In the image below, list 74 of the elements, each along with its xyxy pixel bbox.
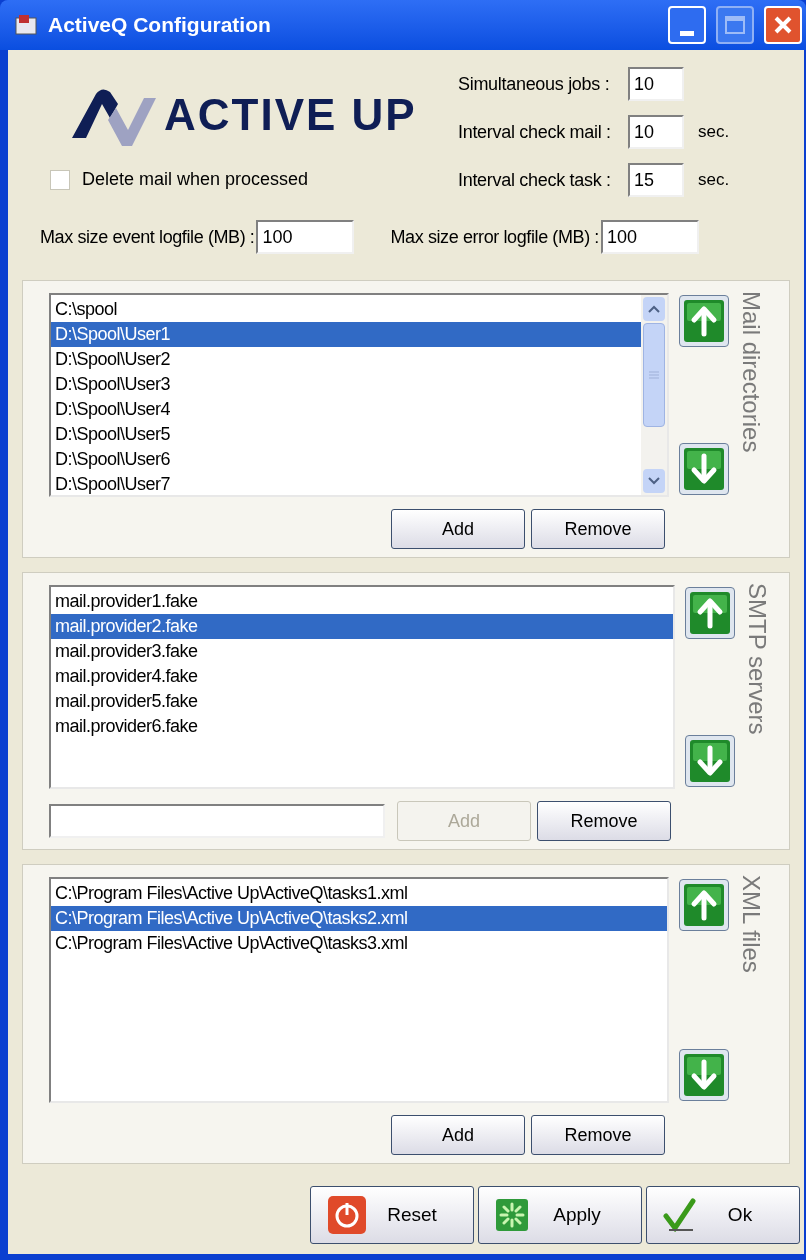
list-item[interactable]: mail.provider5.fake — [51, 689, 673, 714]
list-item[interactable]: mail.provider1.fake — [51, 589, 673, 614]
list-item[interactable]: D:\Spool\User4 — [51, 397, 641, 422]
text-field[interactable]: 100 — [600, 220, 699, 254]
text-field[interactable]: 10 — [628, 67, 684, 101]
field-label: Max size event logfile (MB) : — [40, 225, 255, 249]
unit-label: sec. — [698, 121, 730, 144]
move-down-button[interactable] — [679, 1049, 729, 1101]
field-label: Interval check task : — [458, 168, 612, 192]
move-up-button[interactable] — [679, 295, 729, 347]
footer-button[interactable]: Apply — [478, 1186, 642, 1244]
scroll-up-button[interactable] — [643, 297, 665, 321]
push-button[interactable]: Add — [391, 509, 525, 549]
minimize-icon — [680, 31, 694, 36]
checkbox-row[interactable]: Delete mail when processed — [50, 166, 458, 193]
scroll-down-button[interactable] — [643, 469, 665, 493]
push-button[interactable]: Remove — [531, 509, 665, 549]
arrow-up-icon — [690, 592, 730, 634]
push-button[interactable]: Remove — [537, 801, 671, 841]
maximize-icon — [725, 16, 745, 34]
list-item[interactable]: C:\Program Files\Active Up\ActiveQ\tasks1.xml — [51, 881, 667, 906]
minimize-button[interactable] — [668, 6, 706, 44]
checkbox[interactable] — [50, 169, 70, 190]
list-item[interactable]: C:\Program Files\Active Up\ActiveQ\tasks2.xml — [51, 906, 667, 931]
list-item[interactable]: C:\Program Files\Active Up\ActiveQ\tasks3.xml — [51, 931, 667, 956]
check-icon — [663, 1198, 697, 1232]
footer-button[interactable]: Reset — [310, 1186, 474, 1244]
arrow-down-icon — [690, 740, 730, 782]
list-item[interactable]: mail.provider4.fake — [51, 664, 673, 689]
field-label: Interval check mail : — [458, 120, 612, 144]
chevron-down-icon — [648, 477, 660, 485]
list-item[interactable]: D:\Spool\User7 — [51, 472, 641, 497]
field-label: Max size error logfile (MB) : — [390, 225, 599, 249]
list-item[interactable]: D:\Spool\User5 — [51, 422, 641, 447]
footer-button[interactable]: Ok — [646, 1186, 800, 1244]
close-button[interactable] — [764, 6, 802, 44]
list-item[interactable]: mail.provider2.fake — [51, 614, 673, 639]
field-label: Simultaneous jobs : — [458, 72, 611, 96]
text-field[interactable]: 100 — [256, 220, 355, 254]
text-field[interactable]: 10 — [628, 115, 684, 149]
move-down-button[interactable] — [685, 735, 735, 787]
text-field[interactable]: 15 — [628, 163, 684, 197]
window-icon — [14, 14, 38, 36]
move-up-button[interactable] — [685, 587, 735, 639]
arrow-down-icon — [684, 1054, 724, 1096]
list-item[interactable]: C:\spool — [51, 297, 641, 322]
scroll-thumb[interactable] — [643, 323, 665, 427]
maximize-button[interactable] — [716, 6, 754, 44]
sparkle-icon — [495, 1198, 529, 1232]
push-button[interactable]: Add — [391, 1115, 525, 1155]
chevron-up-icon — [648, 305, 660, 313]
power-icon — [327, 1195, 367, 1235]
scrollbar[interactable] — [641, 295, 667, 495]
group-title: Mail directories — [739, 290, 763, 453]
arrow-up-icon — [684, 300, 724, 342]
list-item[interactable]: D:\Spool\User1 — [51, 322, 641, 347]
text-field[interactable] — [49, 804, 385, 838]
checkbox-label: Delete mail when processed — [82, 168, 309, 191]
window-title: ActiveQ Configuration — [48, 12, 272, 39]
move-down-button[interactable] — [679, 443, 729, 495]
list-item[interactable]: D:\Spool\User2 — [51, 347, 641, 372]
push-button[interactable]: Remove — [531, 1115, 665, 1155]
arrow-up-icon — [684, 884, 724, 926]
group-title: SMTP servers — [745, 582, 769, 735]
list-item[interactable]: D:\Spool\User6 — [51, 447, 641, 472]
list-item[interactable]: mail.provider3.fake — [51, 639, 673, 664]
unit-label: sec. — [698, 169, 730, 192]
close-icon — [773, 15, 793, 35]
group-title: XML files — [739, 874, 763, 973]
logo-text: ACTIVE UP — [164, 93, 417, 137]
list-item[interactable]: D:\Spool\User3 — [51, 372, 641, 397]
arrow-down-icon — [684, 448, 724, 490]
move-up-button[interactable] — [679, 879, 729, 931]
list-item[interactable]: mail.provider6.fake — [51, 714, 673, 739]
